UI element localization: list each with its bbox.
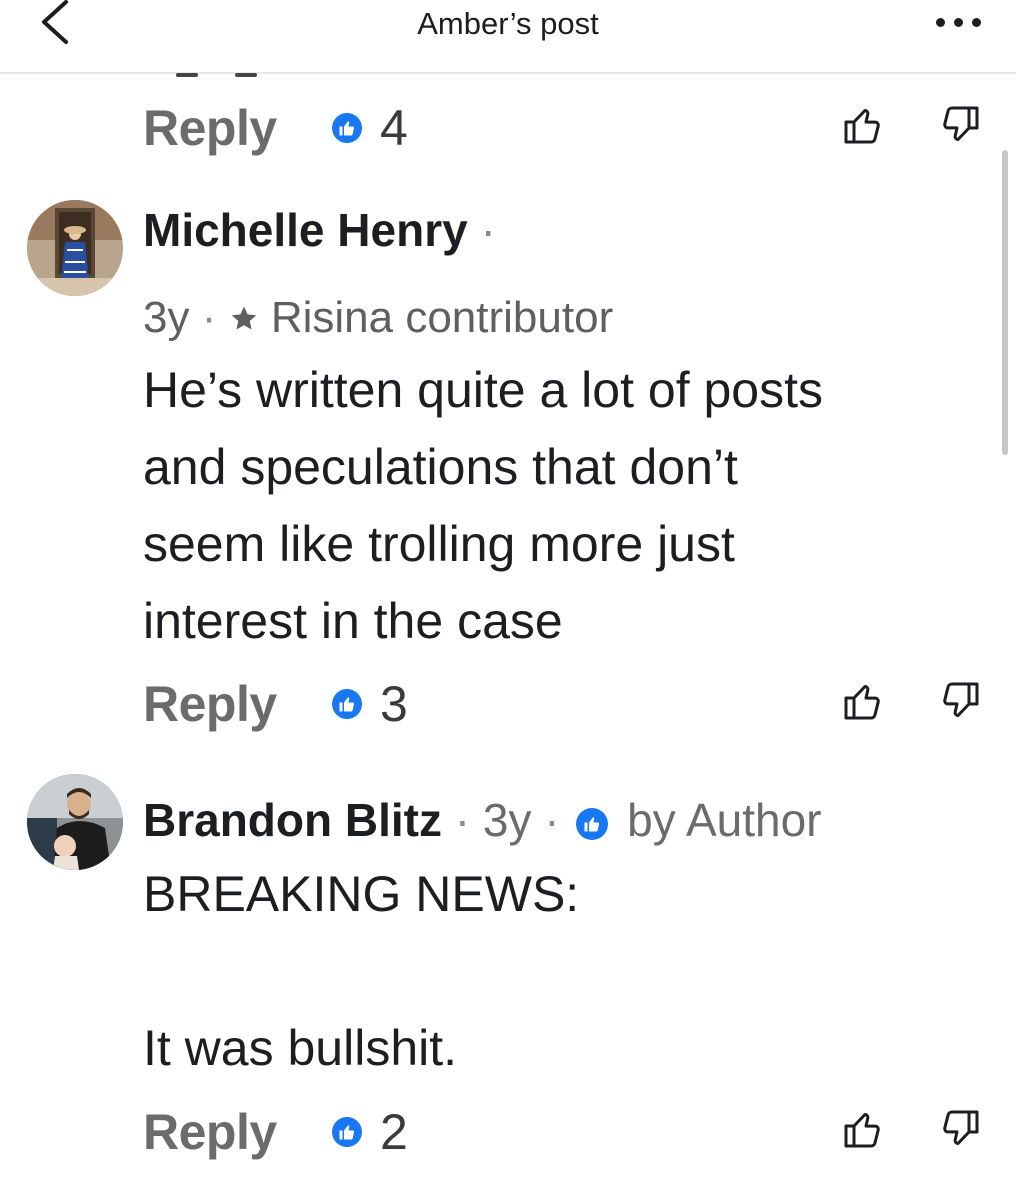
thumbs-up-icon [844, 685, 880, 720]
comment-meta: 3y · Risina contributor [143, 293, 614, 342]
like-count: 2 [380, 1104, 408, 1160]
reply-button[interactable]: Reply [143, 674, 277, 734]
more-options-button[interactable] [930, 14, 990, 34]
liked-by-label: by Author [627, 794, 822, 846]
comment-actions: Reply 3 [0, 674, 1016, 734]
avatar[interactable] [27, 774, 123, 870]
like-button[interactable] [840, 1106, 886, 1152]
thumbs-down-icon [943, 106, 979, 141]
scrollbar[interactable] [1002, 150, 1008, 455]
star-badge-icon [231, 306, 256, 330]
comment-author-line: Michelle Henry · [143, 202, 496, 258]
like-badge-icon [332, 113, 362, 143]
more-horizontal-icon [936, 18, 945, 27]
page-title: Amber’s post [417, 6, 599, 41]
thumbs-down-icon [943, 1110, 979, 1145]
comment-author-line: Brandon Blitz · 3y · by Author [143, 794, 822, 846]
comment-actions: Reply 2 [0, 1102, 1016, 1162]
author-liked-icon [576, 807, 609, 840]
reply-button[interactable]: Reply [143, 98, 277, 158]
thumbs-up-icon [844, 1113, 880, 1148]
dislike-button[interactable] [937, 678, 983, 724]
top-bar: Amber’s post [0, 0, 1016, 74]
clipped-text-fragment [235, 73, 257, 77]
thumbs-up-icon [844, 109, 880, 144]
comment-time[interactable]: 3y [143, 293, 189, 342]
comment-author[interactable]: Michelle Henry [143, 204, 468, 256]
like-button[interactable] [840, 102, 886, 148]
avatar[interactable] [27, 200, 123, 296]
clipped-text-fragment [176, 73, 198, 77]
comment-text: BREAKING NEWS: It was bullshit. [143, 866, 580, 1076]
comment-time[interactable]: 3y [483, 794, 532, 846]
comment-author[interactable]: Brandon Blitz [143, 794, 442, 846]
thumbs-down-icon [943, 682, 979, 717]
like-button[interactable] [840, 678, 886, 724]
contributor-badge-label: Risina contributor [270, 293, 614, 342]
dislike-button[interactable] [937, 1106, 983, 1152]
dislike-button[interactable] [937, 102, 983, 148]
separator: · [480, 204, 496, 256]
like-count: 4 [380, 100, 408, 156]
like-count: 3 [380, 676, 408, 732]
like-badge-icon [332, 1117, 362, 1147]
reply-button[interactable]: Reply [143, 1102, 277, 1162]
like-badge-icon [332, 689, 362, 719]
comment-text: He’s written quite a lot of posts and sp… [143, 362, 823, 649]
comment-actions: Reply 4 [0, 98, 1016, 158]
